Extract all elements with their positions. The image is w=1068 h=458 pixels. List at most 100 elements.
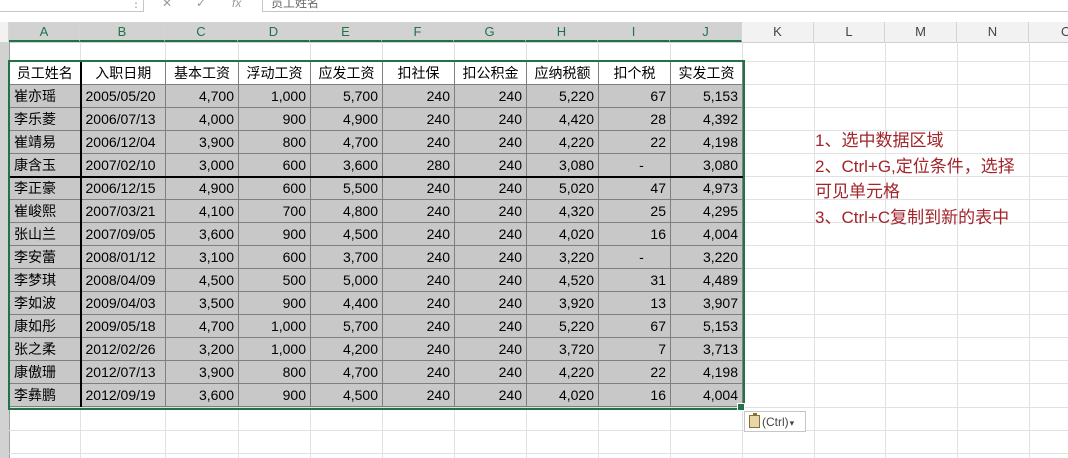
header-cell[interactable]: 浮动工资: [238, 61, 311, 85]
header-cell[interactable]: 应纳税额: [526, 61, 599, 85]
table-cell[interactable]: 3,500: [165, 291, 239, 315]
table-cell[interactable]: 900: [238, 107, 311, 131]
table-cell[interactable]: 240: [382, 268, 455, 292]
table-cell[interactable]: 16: [598, 222, 671, 246]
table-cell[interactable]: 240: [382, 291, 455, 315]
table-cell[interactable]: 2006/12/15: [80, 175, 166, 200]
header-cell[interactable]: 扣社保: [382, 61, 455, 85]
table-cell[interactable]: 5,700: [310, 84, 383, 108]
table-cell[interactable]: -: [598, 153, 671, 177]
table-cell[interactable]: 240: [382, 107, 455, 131]
table-cell[interactable]: 4,700: [310, 130, 383, 154]
table-cell[interactable]: 900: [238, 222, 311, 246]
table-cell[interactable]: 3,700: [310, 245, 383, 269]
table-cell[interactable]: 25: [598, 199, 671, 223]
table-cell[interactable]: 李安蕾: [9, 245, 82, 269]
table-cell[interactable]: 240: [454, 360, 527, 384]
table-cell[interactable]: 500: [238, 268, 311, 292]
table-cell[interactable]: 2012/02/26: [80, 337, 166, 361]
table-cell[interactable]: 4,500: [310, 383, 383, 407]
paste-options-button[interactable]: (Ctrl)▾: [744, 411, 806, 432]
table-cell[interactable]: 2007/03/21: [80, 199, 166, 223]
table-cell[interactable]: 4,000: [165, 107, 239, 131]
table-cell[interactable]: 22: [598, 360, 671, 384]
header-cell[interactable]: 扣公积金: [454, 61, 527, 85]
table-cell[interactable]: 3,600: [310, 153, 383, 177]
table-cell[interactable]: 67: [598, 84, 671, 108]
table-cell[interactable]: 280: [382, 153, 455, 177]
column-header-o[interactable]: O: [1029, 22, 1068, 42]
table-cell[interactable]: 4,973: [670, 175, 743, 200]
table-cell[interactable]: 240: [382, 222, 455, 246]
column-header-c[interactable]: C: [165, 22, 238, 42]
table-cell[interactable]: 5,220: [526, 314, 599, 338]
table-cell[interactable]: 4,320: [526, 199, 599, 223]
table-cell[interactable]: 47: [598, 175, 671, 200]
table-cell[interactable]: 800: [238, 360, 311, 384]
table-cell[interactable]: 240: [382, 360, 455, 384]
table-cell[interactable]: 700: [238, 199, 311, 223]
table-cell[interactable]: 4,100: [165, 199, 239, 223]
fill-handle[interactable]: [737, 403, 745, 411]
table-cell[interactable]: 3,080: [670, 153, 743, 177]
column-header-f[interactable]: F: [382, 22, 454, 42]
table-cell[interactable]: 600: [238, 175, 311, 200]
table-cell[interactable]: 240: [454, 314, 527, 338]
table-cell[interactable]: 240: [382, 199, 455, 223]
table-cell[interactable]: 240: [454, 245, 527, 269]
table-cell[interactable]: 4,700: [165, 314, 239, 338]
table-cell[interactable]: 4,020: [526, 383, 599, 407]
table-cell[interactable]: 4,700: [310, 360, 383, 384]
column-header-h[interactable]: H: [526, 22, 598, 42]
table-cell[interactable]: 李乐菱: [9, 107, 82, 131]
table-cell[interactable]: 1,000: [238, 84, 311, 108]
table-cell[interactable]: 240: [382, 130, 455, 154]
table-cell[interactable]: 5,500: [310, 175, 383, 200]
table-cell[interactable]: 4,220: [526, 360, 599, 384]
formula-input[interactable]: 员工姓名: [262, 0, 1068, 12]
table-cell[interactable]: 2012/09/19: [80, 383, 166, 407]
table-cell[interactable]: 康如彤: [9, 314, 82, 338]
table-cell[interactable]: 3,080: [526, 153, 599, 177]
table-cell[interactable]: 3,220: [526, 245, 599, 269]
table-cell[interactable]: 4,420: [526, 107, 599, 131]
table-cell[interactable]: 3,220: [670, 245, 743, 269]
table-cell[interactable]: 张之柔: [9, 337, 82, 361]
table-cell[interactable]: 5,220: [526, 84, 599, 108]
table-cell[interactable]: 4,198: [670, 130, 743, 154]
table-cell[interactable]: 3,100: [165, 245, 239, 269]
header-cell[interactable]: 基本工资: [165, 61, 239, 85]
table-cell[interactable]: 2005/05/20: [80, 84, 166, 108]
table-cell[interactable]: 240: [454, 199, 527, 223]
table-cell[interactable]: 800: [238, 130, 311, 154]
table-cell[interactable]: 22: [598, 130, 671, 154]
enter-icon[interactable]: ✓: [196, 0, 206, 10]
table-cell[interactable]: 2012/07/13: [80, 360, 166, 384]
column-header-g[interactable]: G: [454, 22, 526, 42]
table-cell[interactable]: 240: [454, 175, 527, 200]
table-cell[interactable]: 240: [454, 268, 527, 292]
select-all-corner[interactable]: [0, 22, 9, 42]
table-cell[interactable]: 崔亦瑶: [9, 84, 82, 108]
table-cell[interactable]: 240: [382, 383, 455, 407]
column-header-a[interactable]: A: [9, 22, 80, 42]
table-cell[interactable]: 4,004: [670, 222, 743, 246]
table-cell[interactable]: 4,004: [670, 383, 743, 407]
table-cell[interactable]: 4,020: [526, 222, 599, 246]
header-cell[interactable]: 扣个税: [598, 61, 671, 85]
table-cell[interactable]: 3,720: [526, 337, 599, 361]
table-cell[interactable]: 31: [598, 268, 671, 292]
table-cell[interactable]: 4,500: [310, 222, 383, 246]
table-cell[interactable]: 3,907: [670, 291, 743, 315]
table-cell[interactable]: 240: [454, 383, 527, 407]
table-cell[interactable]: 张山兰: [9, 222, 82, 246]
column-header-m[interactable]: M: [885, 22, 957, 42]
table-cell[interactable]: 3,920: [526, 291, 599, 315]
table-cell[interactable]: 2009/04/03: [80, 291, 166, 315]
table-cell[interactable]: 2009/05/18: [80, 314, 166, 338]
header-cell[interactable]: 应发工资: [310, 61, 383, 85]
table-cell[interactable]: 2006/12/04: [80, 130, 166, 154]
table-cell[interactable]: 李如波: [9, 291, 82, 315]
table-cell[interactable]: 3,600: [165, 383, 239, 407]
table-cell[interactable]: 4,900: [165, 175, 239, 200]
